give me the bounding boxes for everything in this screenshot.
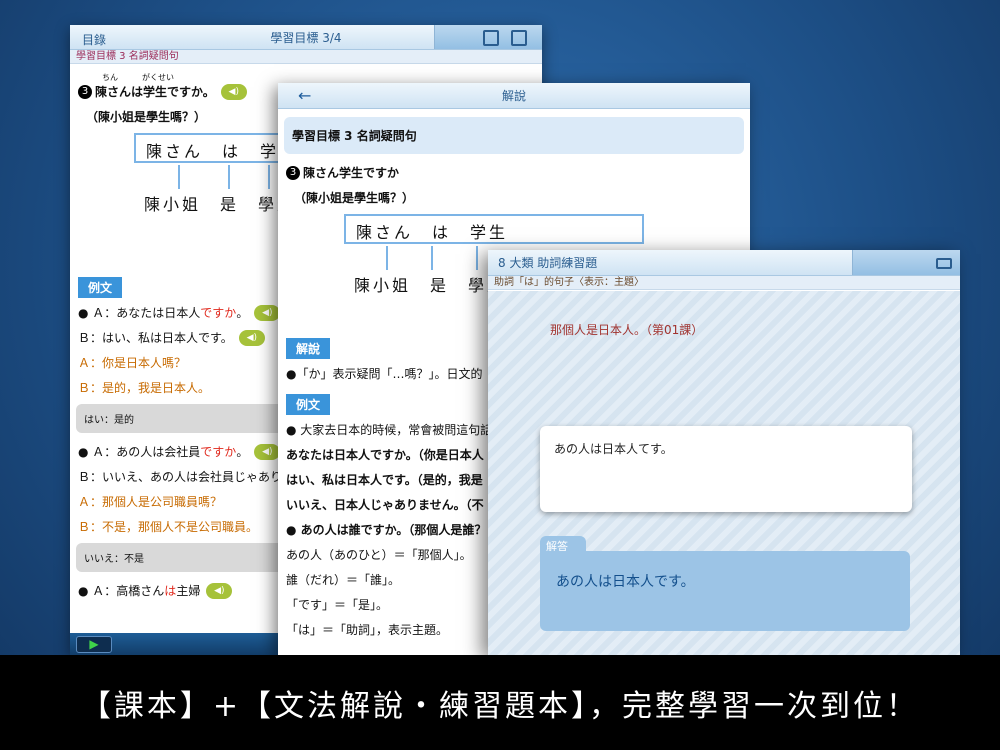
user-answer-input[interactable]: あの人は日本人てす。 <box>540 426 912 512</box>
exercise-toolbar-tab <box>852 250 960 275</box>
diagram-japanese: 陳さん は 学生 <box>344 214 644 244</box>
example-badge: 例文 <box>78 277 123 298</box>
example-2-a-end: 。 <box>236 445 249 459</box>
example-3-a-end: 主婦 <box>176 584 201 598</box>
example-badge: 例文 <box>286 394 331 415</box>
exercise-panel: 8 大類 助詞練習題 助詞「は」的句子〈表示：主題〉 那個人是日本人。（第01課… <box>488 250 960 655</box>
exercise-question: 那個人是日本人。（第01課） <box>550 323 704 337</box>
explanation-sentence: 陳さん学生ですか <box>303 166 400 180</box>
main-sentence: 陳さんは学生ですか。 <box>95 85 215 99</box>
exercise-subheader: 助詞「は」的句子〈表示：主題〉 <box>488 276 960 290</box>
toc-button[interactable]: 目錄 <box>82 31 106 48</box>
example-1-a: ● Ａ：あなたは日本人 <box>78 306 201 320</box>
example-2-a-highlight: ですか <box>200 445 237 459</box>
example-1-b: Ｂ：はい、私は日本人です。 <box>78 331 233 345</box>
keyboard-icon[interactable] <box>936 258 952 269</box>
textbook-topbar: 目錄 學習目標 3/4 <box>70 25 542 50</box>
exercise-topbar: 8 大類 助詞練習題 <box>488 250 960 276</box>
example-3-a-highlight: は <box>164 584 177 598</box>
speaker-icon[interactable]: ◀) <box>238 329 265 346</box>
correct-answer: あの人は日本人です。 <box>540 551 910 631</box>
explanation-topbar: ← 解說 <box>278 83 750 109</box>
clipboard-icon[interactable] <box>511 30 527 46</box>
exercise-body: 那個人是日本人。（第01課） あの人は日本人てす。 解答 あの人は日本人です。 <box>488 291 960 655</box>
diagram-chinese: 陳小姐 是 學生 <box>354 276 507 295</box>
speaker-icon[interactable]: ◀) <box>206 582 233 599</box>
exercise-title: 8 大類 助詞練習題 <box>498 256 598 270</box>
example-3-a: ● Ａ：高橋さん <box>78 584 165 598</box>
diagram-chinese: 陳小姐 是 學生 <box>144 195 297 214</box>
speaker-icon[interactable]: ◀) <box>254 443 281 460</box>
explanation-title: 解說 <box>501 89 526 103</box>
explain-badge: 解說 <box>286 338 331 359</box>
explanation-title-box: 學習目標 3 名詞疑問句 <box>284 117 744 154</box>
example-2-a: ● Ａ：あの人は会社員 <box>78 445 201 459</box>
speaker-icon[interactable]: ◀) <box>220 83 247 100</box>
example-1-a-highlight: ですか <box>200 306 237 320</box>
textbook-subheader: 學習目標 3 名詞疑問句 <box>70 50 542 64</box>
play-button[interactable]: ▶ <box>76 636 112 653</box>
textbook-toolbar-tab <box>434 25 542 49</box>
explanation-translation: （陳小姐是學生嗎？） <box>294 191 415 205</box>
furigana: ちん がくせい <box>102 73 174 82</box>
speaker-icon[interactable]: ◀) <box>254 304 281 321</box>
back-arrow-icon[interactable]: ← <box>298 86 311 105</box>
download-icon[interactable] <box>483 30 499 46</box>
example-1-a-end: 。 <box>236 306 249 320</box>
number-3-icon: 3 <box>78 84 92 99</box>
promo-banner: 【課本】+【文法解說・練習題本】，完整學習一次到位！ <box>0 655 1000 750</box>
number-3-icon: 3 <box>286 165 300 180</box>
textbook-title: 學習目標 3/4 <box>270 30 342 45</box>
